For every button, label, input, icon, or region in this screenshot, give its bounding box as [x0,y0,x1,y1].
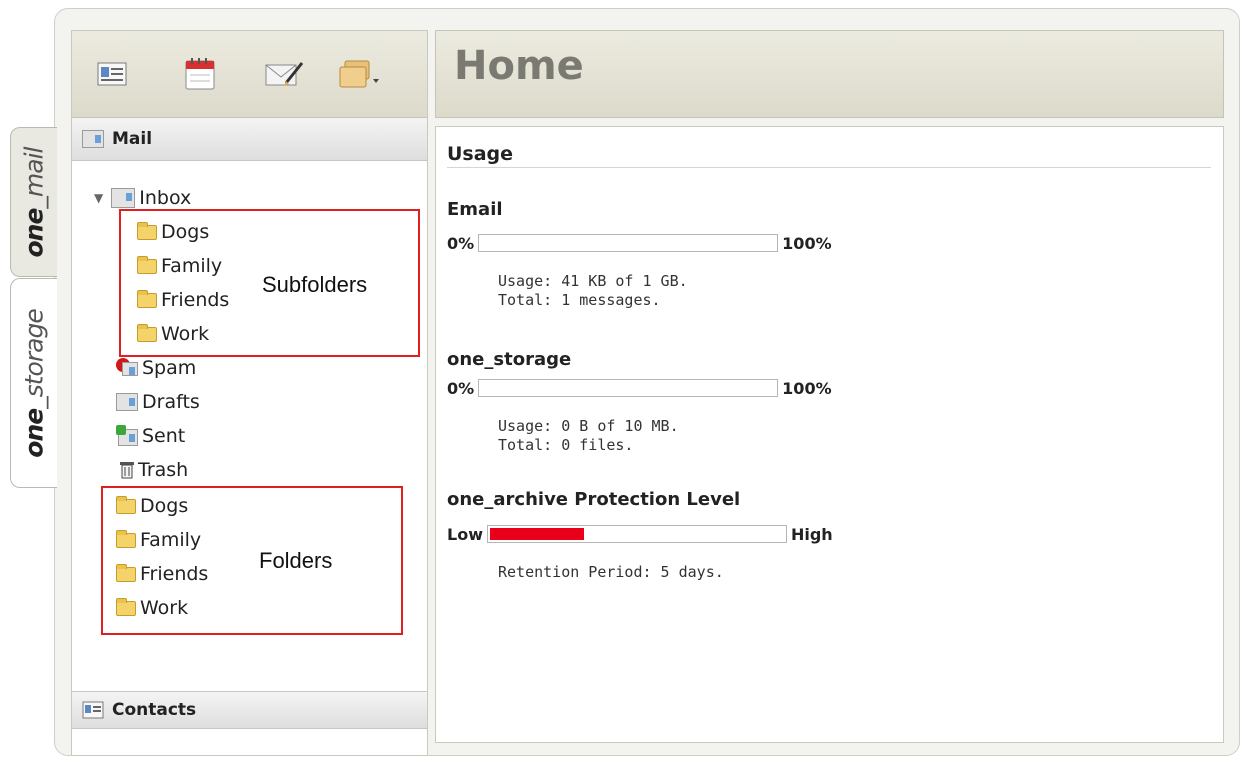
main-header: Home [435,30,1224,118]
tab-one-storage-brand: one [19,408,49,458]
archive-level-bar [486,525,787,543]
folders-annotation-box [101,486,403,635]
tree-item-drafts[interactable]: Drafts [116,387,200,417]
tree-item-label: Sent [142,425,186,447]
email-usage-text: Usage: 41 KB of 1 GB. [498,272,688,290]
subfolders-annotation-label: Subfolders [262,272,368,297]
archive-level-row: Low High [447,523,833,545]
archive-retention-text: Retention Period: 5 days. [498,563,724,581]
expand-arrow-icon[interactable]: ▼ [94,191,103,205]
folders-menu-icon[interactable] [334,53,386,95]
trash-icon [120,462,134,479]
mail-header-label: Mail [112,129,153,149]
archive-min-label: Low [447,524,483,544]
storage-max-label: 100% [782,378,832,398]
compose-mail-icon[interactable] [258,53,310,95]
archive-section-title: one_archive Protection Level [447,489,741,510]
usage-title: Usage [447,143,514,165]
tree-item-label: Spam [142,357,197,379]
email-usage-row: 0% 100% [447,232,832,254]
calendar-icon[interactable] [174,53,226,95]
email-max-label: 100% [782,233,832,253]
mail-icon [82,130,104,148]
storage-total-text: Total: 0 files. [498,436,634,454]
tree-item-sent[interactable]: Sent [116,421,185,451]
toolbar [72,31,427,118]
tab-one-mail-brand: one [19,208,49,258]
archive-max-label: High [790,524,833,544]
contacts-card-icon [82,701,104,719]
email-usage-bar [478,234,779,252]
page-title: Home [454,43,584,89]
tree-item-label: Inbox [139,187,192,209]
tab-one-mail-label: _mail [19,146,49,209]
tab-one-storage-label: _storage [19,308,49,409]
email-min-label: 0% [447,233,475,253]
main-content: Usage Email 0% 100% Usage: 41 KB of 1 GB… [435,126,1224,743]
email-total-text: Total: 1 messages. [498,291,661,309]
usage-divider [447,167,1211,168]
drafts-icon [116,393,138,411]
storage-section-title: one_storage [447,349,572,370]
email-section-title: Email [447,199,503,220]
tree-item-trash[interactable]: Trash [120,455,188,485]
spam-icon [116,358,138,378]
contacts-card-icon[interactable] [86,53,138,95]
storage-usage-text: Usage: 0 B of 10 MB. [498,417,679,435]
storage-usage-bar [478,379,779,397]
inbox-icon [111,188,136,208]
tab-one-storage[interactable]: one_storage [10,278,57,488]
tree-item-label: Drafts [142,391,200,413]
sent-icon [116,425,138,447]
left-panel: Mail ▼ Inbox Dogs Family Friends Work Sp… [71,30,428,756]
mail-section-header[interactable]: Mail [72,118,427,161]
tree-item-spam[interactable]: Spam [116,353,196,383]
tree-item-label: Trash [138,459,189,481]
storage-min-label: 0% [447,378,475,398]
contacts-header-label: Contacts [112,700,197,720]
archive-level-fill [489,528,585,540]
contacts-section-header[interactable]: Contacts [72,691,427,729]
folders-annotation-label: Folders [259,548,333,573]
storage-usage-row: 0% 100% [447,377,832,399]
tab-one-mail[interactable]: one_mail [10,127,57,277]
